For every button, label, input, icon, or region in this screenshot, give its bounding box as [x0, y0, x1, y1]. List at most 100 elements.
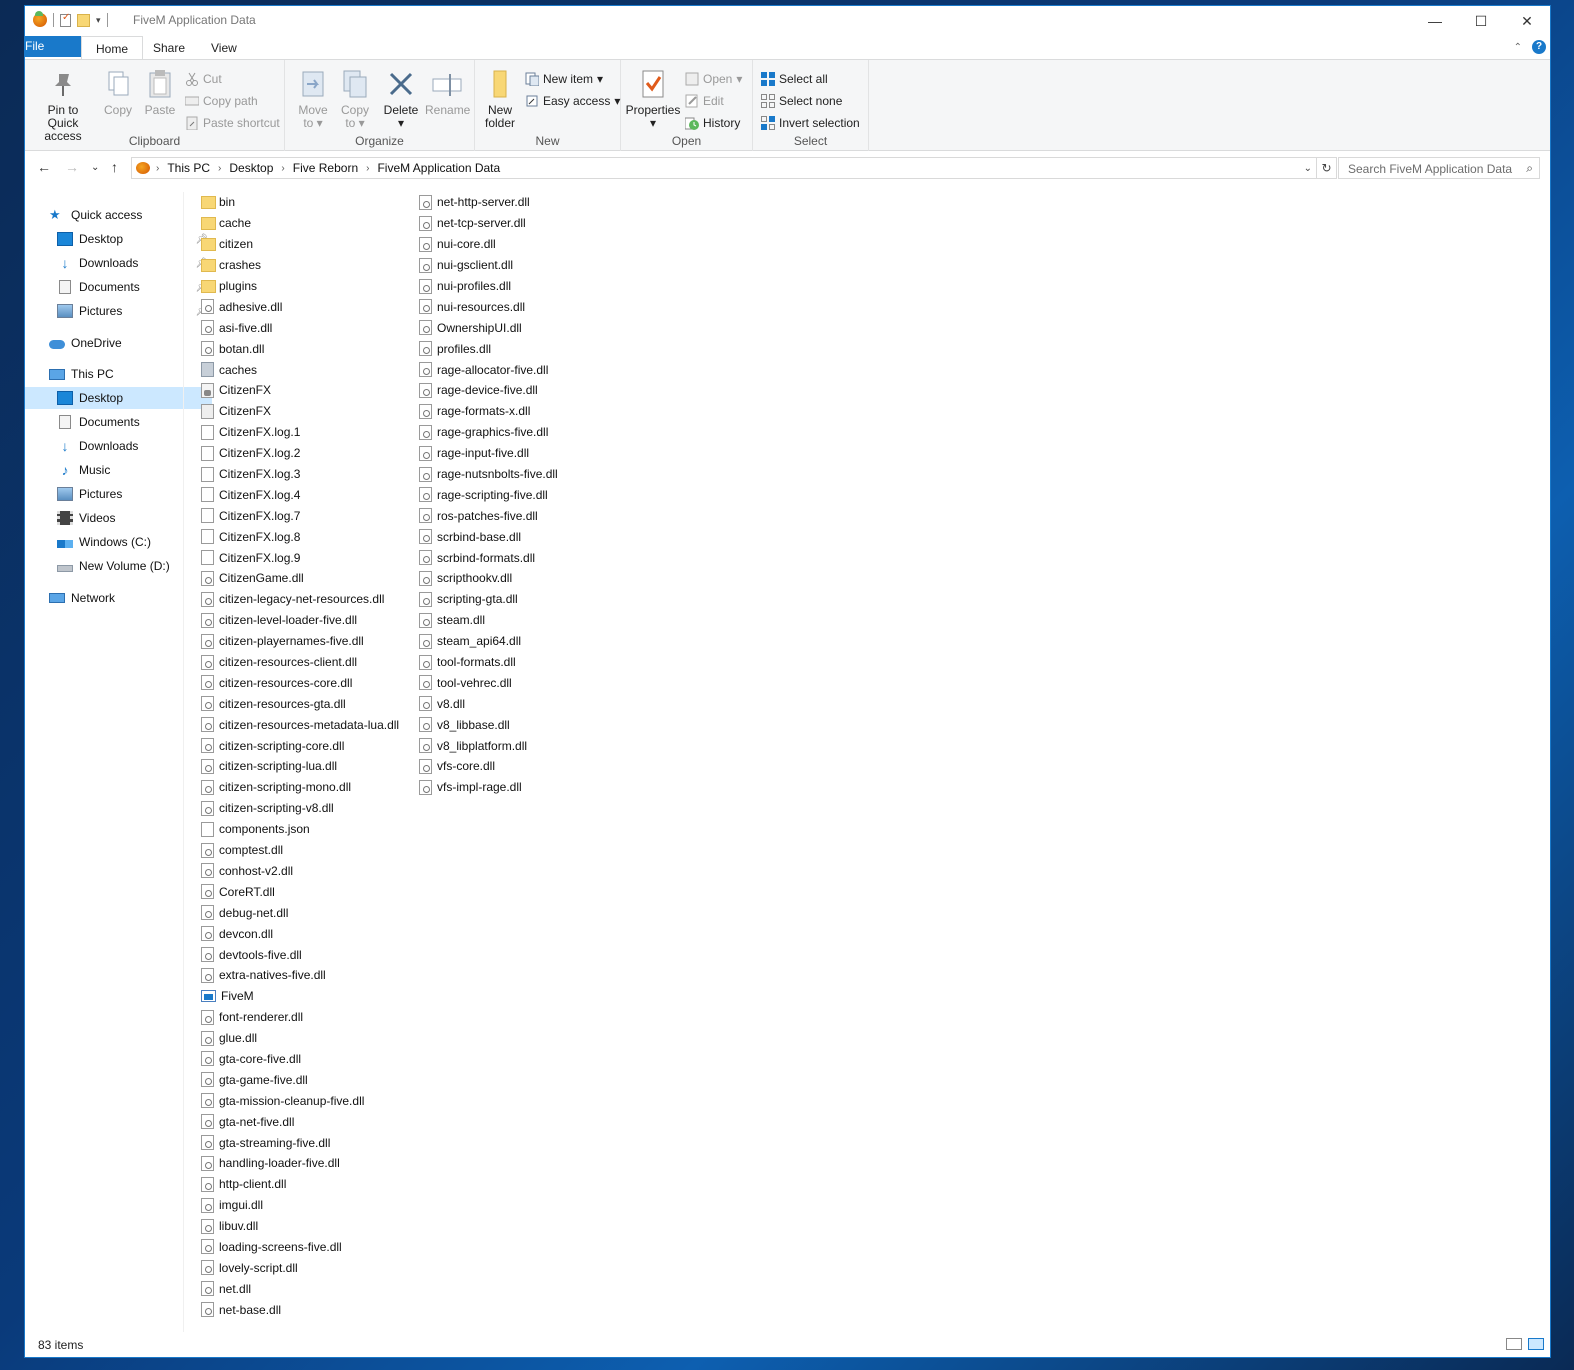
properties-dropdown-icon[interactable]: ▾ — [625, 117, 681, 130]
file-item[interactable]: nui-profiles.dll — [419, 276, 631, 297]
address-dropdown-icon[interactable]: ⌄ — [1304, 163, 1312, 174]
file-item[interactable]: tool-formats.dll — [419, 652, 631, 673]
file-item[interactable]: gta-mission-cleanup-five.dll — [201, 1090, 413, 1111]
forward-arrow-icon[interactable]: → — [65, 159, 79, 175]
new-folder-button[interactable]: New folder — [479, 64, 521, 130]
file-item[interactable]: CoreRT.dll — [201, 881, 413, 902]
file-item[interactable]: http-client.dll — [201, 1174, 413, 1195]
nav-onedrive[interactable]: OneDrive — [25, 332, 204, 354]
file-item[interactable]: citizen-playernames-five.dll — [201, 631, 413, 652]
file-item[interactable]: font-renderer.dll — [201, 1007, 413, 1028]
copy-button[interactable]: Copy — [99, 64, 137, 117]
maximize-button[interactable]: ☐ — [1458, 6, 1504, 36]
pin-to-quick-access-button[interactable]: Pin to Quick access — [31, 64, 95, 143]
tab-file[interactable]: File — [25, 36, 81, 57]
file-item[interactable]: citizen-level-loader-five.dll — [201, 610, 413, 631]
large-icons-view-icon[interactable] — [1528, 1338, 1544, 1350]
up-arrow-icon[interactable]: ↑ — [111, 159, 118, 175]
details-view-icon[interactable] — [1506, 1338, 1522, 1350]
file-item[interactable]: CitizenFX.log.9 — [201, 547, 413, 568]
file-item[interactable]: crashes — [201, 255, 413, 276]
file-item[interactable]: CitizenFX.log.1 — [201, 422, 413, 443]
minimize-ribbon-icon[interactable]: ⌃ — [1514, 42, 1522, 53]
file-item[interactable]: asi-five.dll — [201, 317, 413, 338]
file-item[interactable]: v8_libbase.dll — [419, 714, 631, 735]
crumb-this-pc[interactable]: This PC — [161, 161, 216, 175]
file-item[interactable]: conhost-v2.dll — [201, 861, 413, 882]
crumb-desktop[interactable]: Desktop — [223, 161, 279, 175]
crumb-separator[interactable]: › — [150, 163, 161, 174]
tab-home[interactable]: Home — [81, 36, 144, 60]
file-item[interactable]: handling-loader-five.dll — [201, 1153, 413, 1174]
file-item[interactable]: citizen-legacy-net-resources.dll — [201, 589, 413, 610]
file-item[interactable]: devtools-five.dll — [201, 944, 413, 965]
file-item[interactable]: citizen-scripting-v8.dll — [201, 798, 413, 819]
file-item[interactable]: citizen-resources-metadata-lua.dll — [201, 714, 413, 735]
file-item[interactable]: bin — [201, 192, 413, 213]
file-item[interactable]: plugins — [201, 276, 413, 297]
file-item[interactable]: libuv.dll — [201, 1216, 413, 1237]
new-folder-qat-icon[interactable] — [77, 13, 90, 27]
delete-button[interactable]: Delete ▾ — [381, 64, 421, 130]
tab-share[interactable]: Share — [139, 36, 199, 60]
crumb-separator[interactable]: › — [364, 163, 371, 174]
properties-button[interactable]: Properties ▾ — [625, 64, 681, 130]
file-item[interactable]: steam.dll — [419, 610, 631, 631]
file-item[interactable]: extra-natives-five.dll — [201, 965, 413, 986]
file-item[interactable]: rage-nutsnbolts-five.dll — [419, 464, 631, 485]
file-item[interactable]: net-http-server.dll — [419, 192, 631, 213]
file-item[interactable]: CitizenFX — [201, 380, 413, 401]
file-item[interactable]: citizen-scripting-lua.dll — [201, 756, 413, 777]
pane-divider[interactable] — [183, 192, 184, 1332]
file-item[interactable]: loading-screens-five.dll — [201, 1237, 413, 1258]
select-none-button[interactable]: Select none — [761, 91, 842, 111]
tab-view[interactable]: View — [197, 36, 251, 60]
crumb-separator[interactable]: › — [216, 163, 223, 174]
search-icon[interactable]: ⌕ — [1526, 161, 1533, 176]
file-item[interactable]: citizen-resources-client.dll — [201, 652, 413, 673]
file-item[interactable]: tool-vehrec.dll — [419, 672, 631, 693]
file-item[interactable]: profiles.dll — [419, 338, 631, 359]
nav-quick-access[interactable]: ★ Quick access — [25, 204, 204, 226]
file-item[interactable]: devcon.dll — [201, 923, 413, 944]
file-item[interactable]: adhesive.dll — [201, 296, 413, 317]
file-item[interactable]: CitizenGame.dll — [201, 568, 413, 589]
qat-customize-icon[interactable]: ▾ — [96, 15, 101, 26]
crumb-separator[interactable]: › — [279, 163, 286, 174]
copy-path-button[interactable]: Copy path — [184, 91, 258, 111]
file-item[interactable]: net-tcp-server.dll — [419, 213, 631, 234]
recent-locations-icon[interactable]: ⌄ — [91, 162, 99, 173]
copy-to-button[interactable]: Copy to ▾ — [335, 64, 375, 130]
help-icon[interactable]: ? — [1532, 40, 1546, 54]
file-item[interactable]: nui-core.dll — [419, 234, 631, 255]
file-item[interactable]: vfs-core.dll — [419, 756, 631, 777]
file-item[interactable]: CitizenFX.log.3 — [201, 464, 413, 485]
close-button[interactable]: ✕ — [1504, 6, 1550, 36]
properties-qat-icon[interactable] — [60, 12, 71, 27]
file-item[interactable]: caches — [201, 359, 413, 380]
file-item[interactable]: CitizenFX.log.4 — [201, 484, 413, 505]
file-item[interactable]: citizen-resources-gta.dll — [201, 693, 413, 714]
file-item[interactable]: gta-streaming-five.dll — [201, 1132, 413, 1153]
file-item[interactable]: scripthookv.dll — [419, 568, 631, 589]
back-arrow-icon[interactable]: ← — [37, 159, 51, 175]
file-item[interactable]: net-base.dll — [201, 1299, 413, 1320]
file-item[interactable]: citizen-resources-core.dll — [201, 672, 413, 693]
file-item[interactable]: rage-device-five.dll — [419, 380, 631, 401]
file-item[interactable]: citizen — [201, 234, 413, 255]
file-item[interactable]: net.dll — [201, 1278, 413, 1299]
move-to-button[interactable]: Move to ▾ — [293, 64, 333, 130]
file-item[interactable]: citizen-scripting-core.dll — [201, 735, 413, 756]
open-button[interactable]: Open ▾ — [685, 69, 742, 89]
file-item[interactable]: gta-net-five.dll — [201, 1111, 413, 1132]
refresh-icon[interactable]: ↻ — [1317, 157, 1337, 179]
search-input[interactable] — [1346, 159, 1520, 179]
cut-button[interactable]: Cut — [185, 69, 222, 89]
file-item[interactable]: vfs-impl-rage.dll — [419, 777, 631, 798]
file-item[interactable]: nui-gsclient.dll — [419, 255, 631, 276]
paste-button[interactable]: Paste — [141, 64, 179, 117]
crumb-fivem-application-data[interactable]: FiveM Application Data — [371, 161, 506, 175]
file-item[interactable]: scripting-gta.dll — [419, 589, 631, 610]
file-item[interactable]: v8_libplatform.dll — [419, 735, 631, 756]
rename-button[interactable]: Rename — [425, 64, 470, 117]
